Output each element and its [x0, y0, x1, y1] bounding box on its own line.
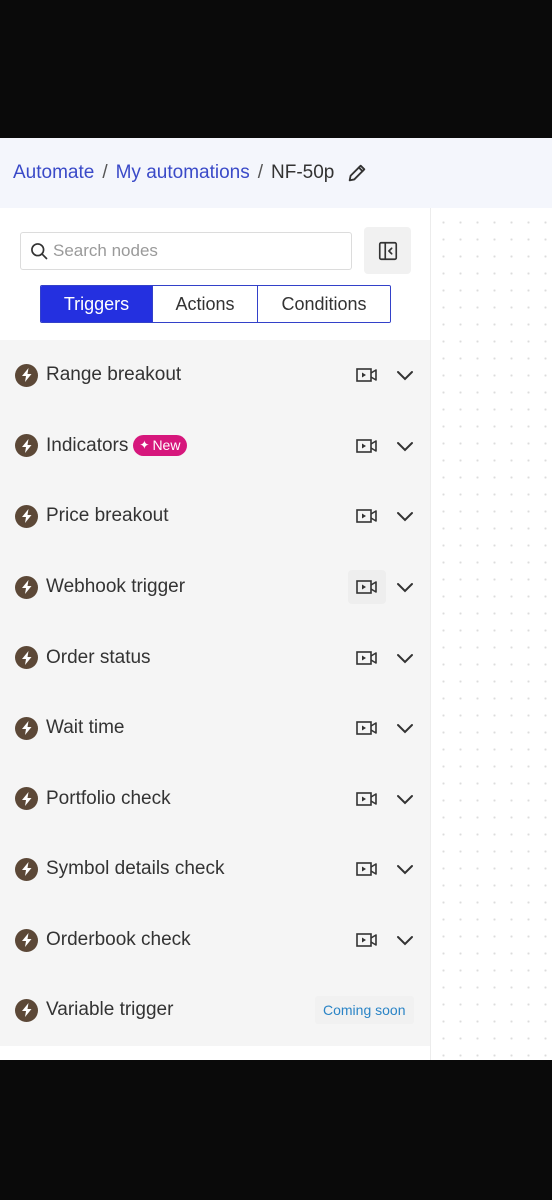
list-item[interactable]: Price breakout	[0, 481, 430, 552]
search-box[interactable]	[20, 232, 352, 270]
bolt-icon	[15, 434, 38, 458]
bolt-icon	[15, 998, 38, 1022]
breadcrumb-separator: /	[257, 162, 264, 183]
node-label: Indicators ✦ New	[46, 434, 188, 457]
node-label: Order status	[46, 646, 151, 668]
bolt-icon	[15, 363, 38, 387]
video-icon[interactable]	[348, 570, 386, 605]
list-item[interactable]: Wait time	[0, 693, 430, 764]
list-item[interactable]: Portfolio check	[0, 764, 430, 835]
node-label: Wait time	[46, 717, 125, 739]
chevron-down-icon[interactable]	[394, 364, 416, 386]
chevron-down-icon[interactable]	[394, 647, 416, 669]
node-label: Orderbook check	[46, 929, 191, 951]
chevron-down-icon[interactable]	[394, 505, 416, 527]
bolt-icon	[15, 857, 38, 881]
list-item[interactable]: Range breakout	[0, 340, 430, 411]
node-type-tabs: Triggers Actions Conditions	[40, 285, 391, 323]
tab-triggers[interactable]: Triggers	[41, 286, 152, 322]
bolt-icon	[15, 928, 38, 952]
breadcrumb-separator: /	[102, 162, 108, 183]
workflow-canvas[interactable]	[431, 208, 552, 1060]
node-label: Symbol details check	[46, 858, 225, 880]
bolt-icon	[15, 504, 38, 528]
coming-soon-badge: Coming soon	[315, 996, 414, 1025]
sparkle-icon: ✦	[139, 438, 150, 453]
chevron-down-icon[interactable]	[394, 576, 416, 598]
node-sidebar: Triggers Actions Conditions Range breako…	[0, 208, 431, 1060]
edit-icon[interactable]	[346, 162, 368, 184]
tab-actions[interactable]: Actions	[152, 286, 257, 322]
node-label: Variable trigger	[46, 999, 174, 1021]
breadcrumb: Automate / My automations / NF-50p	[0, 138, 552, 208]
collapse-panel-button[interactable]	[364, 227, 411, 274]
video-icon[interactable]	[356, 790, 378, 808]
bolt-icon	[15, 787, 38, 811]
list-item: Variable trigger Coming soon	[0, 975, 430, 1045]
new-badge: ✦ New	[133, 435, 188, 457]
node-label: Range breakout	[46, 364, 182, 386]
bolt-icon	[15, 575, 38, 599]
list-item[interactable]: Order status	[0, 622, 430, 693]
node-label: Webhook trigger	[46, 576, 186, 598]
video-icon[interactable]	[356, 860, 378, 878]
bolt-icon	[15, 716, 38, 740]
chevron-down-icon[interactable]	[394, 435, 416, 457]
search-icon	[29, 241, 49, 261]
breadcrumb-current: NF-50p	[271, 162, 335, 183]
video-icon[interactable]	[356, 719, 378, 737]
bolt-icon	[15, 646, 38, 670]
collapse-panel-icon	[377, 240, 399, 262]
node-list: Range breakout Indicators ✦ New Price bre…	[0, 340, 430, 1046]
tab-conditions[interactable]: Conditions	[257, 286, 390, 322]
breadcrumb-automate[interactable]: Automate	[13, 162, 94, 184]
chevron-down-icon[interactable]	[394, 717, 416, 739]
search-row	[20, 227, 412, 277]
node-label: Portfolio check	[46, 787, 171, 809]
new-badge-text: New	[152, 437, 181, 454]
app-window: Automate / My automations / NF-50p Searc…	[0, 138, 552, 1060]
chevron-down-icon[interactable]	[394, 858, 416, 880]
chevron-down-icon[interactable]	[394, 788, 416, 810]
list-item[interactable]: Indicators ✦ New	[0, 411, 430, 482]
node-label-text: Indicators	[46, 434, 129, 456]
video-icon[interactable]	[356, 507, 378, 525]
node-label: Price breakout	[46, 505, 169, 527]
video-icon[interactable]	[356, 649, 378, 667]
video-icon[interactable]	[356, 931, 378, 949]
list-item[interactable]: Symbol details check	[0, 834, 430, 905]
chevron-down-icon[interactable]	[394, 929, 416, 951]
search-input[interactable]	[53, 241, 343, 261]
list-item[interactable]: Webhook trigger	[0, 552, 430, 623]
video-icon[interactable]	[356, 437, 378, 455]
video-icon[interactable]	[356, 366, 378, 384]
list-item[interactable]: Orderbook check	[0, 905, 430, 976]
breadcrumb-my-automations[interactable]: My automations	[116, 162, 250, 184]
